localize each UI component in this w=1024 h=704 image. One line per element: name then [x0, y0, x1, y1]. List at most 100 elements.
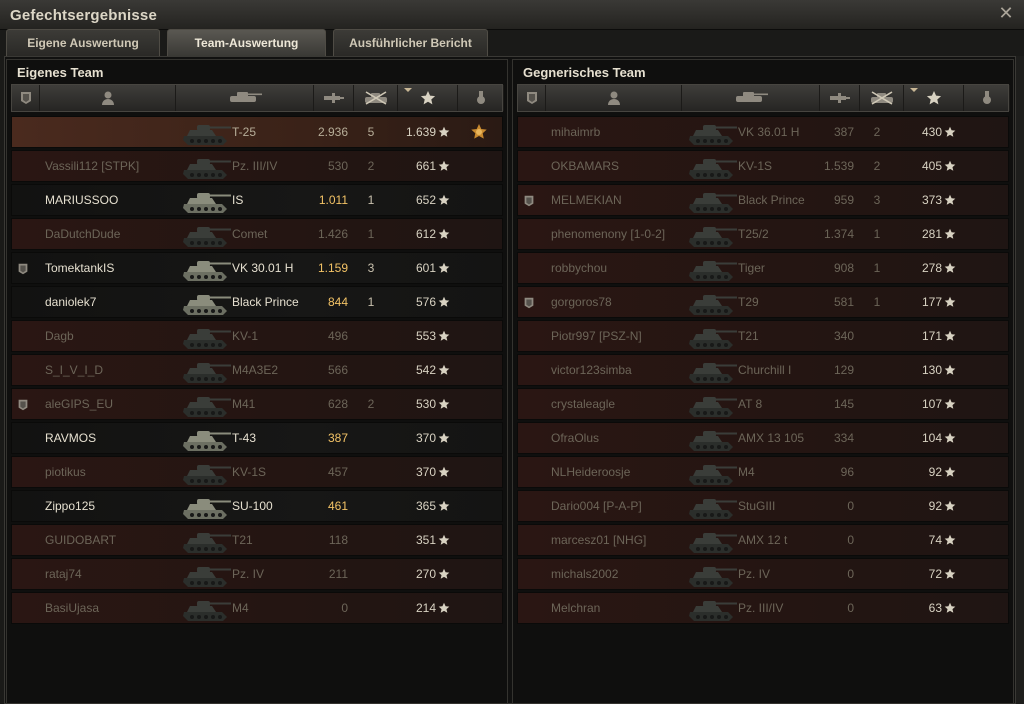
- table-row[interactable]: MELMEKIAN Black Prince 959 3 373: [517, 184, 1009, 216]
- tank-icon: [689, 329, 737, 349]
- table-row[interactable]: T-25 2.936 5 1.639: [11, 116, 503, 148]
- xp-value: 74: [928, 533, 942, 547]
- kills-value: 3: [367, 261, 375, 275]
- table-row[interactable]: michals2002 Pz. IV 0 72: [517, 558, 1009, 590]
- xp-value: 405: [921, 159, 942, 173]
- table-row[interactable]: rataj74 Pz. IV 211 270: [11, 558, 503, 590]
- table-row[interactable]: robbychou Tiger 908 1 278: [517, 252, 1009, 284]
- badge-column-header[interactable]: [518, 85, 546, 111]
- tank-icon: [689, 193, 737, 213]
- player-icon: [607, 91, 620, 105]
- xp-value: 130: [921, 363, 942, 377]
- table-row[interactable]: Melchran Pz. III/IV 0 63: [517, 592, 1009, 624]
- table-row[interactable]: Piotr997 [PSZ-N] T21 340 171: [517, 320, 1009, 352]
- badge-icon: [526, 92, 537, 104]
- damage-value: 530: [327, 159, 348, 173]
- table-row[interactable]: BasiUjasa M4 0 214: [11, 592, 503, 624]
- damage-column-header[interactable]: [314, 85, 354, 111]
- table-row[interactable]: MARIUSSOO IS 1.011 1 652: [11, 184, 503, 216]
- xp-value: 612: [415, 227, 436, 241]
- damage-value: 457: [327, 465, 348, 479]
- table-row[interactable]: gorgoros78 T29 581 1 177: [517, 286, 1009, 318]
- xp-star-icon: [438, 466, 450, 477]
- table-row[interactable]: aleGIPS_EU M41 628 2 530: [11, 388, 503, 420]
- table-row[interactable]: Vassili112 [STPK] Pz. III/IV 530 2 661: [11, 150, 503, 182]
- damage-value: 1.539: [823, 159, 854, 173]
- table-row[interactable]: RAVMOS T-43 387 370: [11, 422, 503, 454]
- table-row[interactable]: NLHeideroosje M4 96 92: [517, 456, 1009, 488]
- kills-value: 2: [873, 125, 881, 139]
- table-row[interactable]: S_I_V_I_D M4A3E2 566 542: [11, 354, 503, 386]
- damage-value: 0: [847, 601, 854, 615]
- kills-column-header[interactable]: [354, 85, 398, 111]
- damage-icon: [323, 93, 344, 103]
- player-name: Dario004 [P-A-P]: [551, 499, 642, 513]
- xp-column-header[interactable]: [904, 85, 964, 111]
- table-row[interactable]: Dario004 [P-A-P] StuGIII 0 92: [517, 490, 1009, 522]
- tab-team-auswertung[interactable]: Team-Auswertung: [167, 29, 326, 56]
- kills-value: 3: [873, 193, 881, 207]
- medal-column-header[interactable]: [964, 85, 1010, 111]
- damage-value: 844: [327, 295, 348, 309]
- tab-eigene-auswertung[interactable]: Eigene Auswertung: [6, 29, 160, 56]
- xp-value: 542: [415, 363, 436, 377]
- table-row[interactable]: Dagb KV-1 496 553: [11, 320, 503, 352]
- badge-icon: [20, 92, 31, 104]
- medal-column-header[interactable]: [458, 85, 504, 111]
- xp-star-icon: [944, 398, 956, 409]
- enemy-team-column-header: [517, 84, 1010, 112]
- table-row[interactable]: Zippo125 SU-100 461 365: [11, 490, 503, 522]
- tab-ausfuehrlicher-bericht[interactable]: Ausführlicher Bericht: [333, 29, 488, 56]
- table-row[interactable]: daniolek7 Black Prince 844 1 576: [11, 286, 503, 318]
- xp-value: 63: [928, 601, 942, 615]
- medal-icon: [982, 91, 991, 104]
- xp-value: 278: [921, 261, 942, 275]
- badge-icon: [18, 399, 28, 411]
- table-row[interactable]: mihaimrb VK 36.01 H 387 2 430: [517, 116, 1009, 148]
- table-row[interactable]: piotikus KV-1S 457 370: [11, 456, 503, 488]
- kills-column-header[interactable]: [860, 85, 904, 111]
- table-row[interactable]: OKBAMARS KV-1S 1.539 2 405: [517, 150, 1009, 182]
- table-row[interactable]: crystaleagle AT 8 145 107: [517, 388, 1009, 420]
- close-icon[interactable]: ✕: [998, 4, 1014, 22]
- xp-value: 171: [921, 329, 942, 343]
- tank-icon: [183, 125, 231, 145]
- tank-icon: [689, 125, 737, 145]
- damage-value: 1.011: [318, 193, 348, 207]
- damage-column-header[interactable]: [820, 85, 860, 111]
- table-row[interactable]: phenomenony [1-0-2] T25/2 1.374 1 281: [517, 218, 1009, 250]
- player-column-header[interactable]: [546, 85, 682, 111]
- enemy-team-title: Gegnerisches Team: [523, 65, 646, 80]
- xp-star-icon: [438, 262, 450, 273]
- damage-value: 334: [833, 431, 854, 445]
- xp-star-icon: [944, 534, 956, 545]
- vehicle-column-header[interactable]: [682, 85, 820, 111]
- damage-value: 129: [833, 363, 854, 377]
- xp-value: 430: [921, 125, 942, 139]
- player-column-header[interactable]: [40, 85, 176, 111]
- badge-column-header[interactable]: [12, 85, 40, 111]
- xp-column-header[interactable]: [398, 85, 458, 111]
- damage-value: 1.426: [317, 227, 348, 241]
- xp-star-icon: [944, 228, 956, 239]
- xp-value: 92: [928, 499, 942, 513]
- damage-value: 628: [327, 397, 348, 411]
- tank-icon: [689, 533, 737, 553]
- player-name: RAVMOS: [45, 431, 97, 445]
- tank-icon: [689, 295, 737, 315]
- xp-star-icon: [438, 432, 450, 443]
- xp-value: 214: [415, 601, 436, 615]
- table-row[interactable]: OfraOlus AMX 13 105 334 104: [517, 422, 1009, 454]
- table-row[interactable]: marcesz01 [NHG] AMX 12 t 0 74: [517, 524, 1009, 556]
- xp-star-icon: [438, 296, 450, 307]
- table-row[interactable]: GUIDOBART T21 118 351: [11, 524, 503, 556]
- xp-star-icon: [438, 364, 450, 375]
- vehicle-column-header[interactable]: [176, 85, 314, 111]
- table-row[interactable]: DaDutchDude Comet 1.426 1 612: [11, 218, 503, 250]
- tank-icon: [183, 601, 231, 621]
- badge-icon: [524, 195, 534, 207]
- table-row[interactable]: TomektankIS VK 30.01 H 1.159 3 601: [11, 252, 503, 284]
- table-row[interactable]: victor123simba Churchill I 129 130: [517, 354, 1009, 386]
- damage-value: 959: [833, 193, 854, 207]
- player-name: BasiUjasa: [45, 601, 100, 615]
